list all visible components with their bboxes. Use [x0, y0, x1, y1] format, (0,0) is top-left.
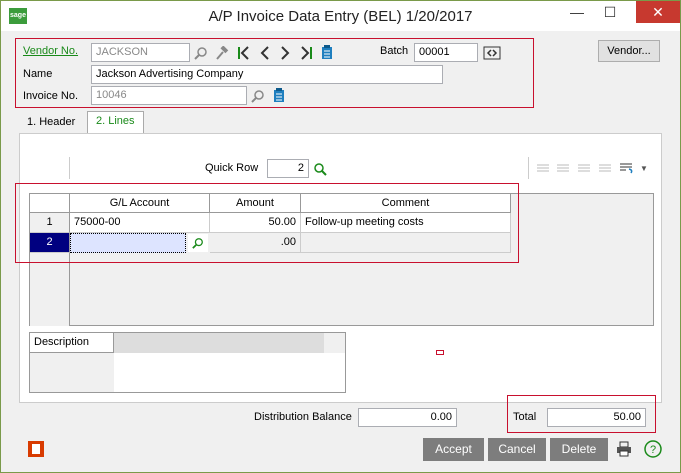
title-bar: sage A/P Invoice Data Entry (BEL) 1/20/2… — [1, 1, 680, 31]
vendor-no-link[interactable]: Vendor No. — [23, 45, 78, 57]
vendor-name-field[interactable]: Jackson Advertising Company — [91, 65, 443, 84]
lines-highlight-box — [15, 183, 519, 263]
invoice-no-field[interactable]: 10046 — [91, 86, 247, 105]
previous-record-icon[interactable] — [256, 43, 273, 62]
close-button[interactable]: ✕ — [636, 1, 680, 23]
invoice-search-icon[interactable] — [249, 86, 266, 105]
move-up-icon[interactable] — [577, 161, 593, 175]
batch-field[interactable]: 00001 — [414, 43, 478, 62]
tab-header[interactable]: 1. Header — [19, 113, 83, 133]
total-label: Total — [513, 411, 537, 423]
delete-line-icon[interactable] — [556, 161, 572, 175]
quick-row-field[interactable]: 2 — [267, 159, 309, 178]
quick-row-search-icon[interactable] — [311, 159, 328, 178]
description-header-fill — [114, 333, 324, 353]
toolbar-dropdown-icon[interactable]: ▼ — [639, 161, 649, 175]
description-text-area[interactable] — [114, 353, 345, 392]
wrap-lines-icon[interactable] — [619, 161, 635, 175]
name-label: Name — [23, 68, 53, 80]
minimize-button[interactable]: — — [562, 1, 592, 23]
hammer-icon[interactable] — [213, 43, 230, 62]
accept-button[interactable]: Accept — [423, 438, 484, 461]
marker-icon — [436, 350, 444, 355]
delete-button[interactable]: Delete — [550, 438, 608, 461]
move-down-icon[interactable] — [598, 161, 614, 175]
maximize-button[interactable]: ☐ — [595, 1, 625, 23]
distribution-balance-label: Distribution Balance — [254, 411, 352, 423]
batch-select-icon[interactable] — [482, 43, 502, 62]
svg-text:?: ? — [650, 444, 656, 456]
total-field: 50.00 — [547, 408, 646, 427]
vendor-no-field[interactable]: JACKSON — [91, 43, 190, 62]
next-record-icon[interactable] — [276, 43, 293, 62]
last-record-icon[interactable] — [297, 43, 314, 62]
print-icon[interactable] — [615, 440, 633, 458]
batch-label: Batch — [380, 45, 409, 57]
toolbar-divider — [69, 157, 70, 179]
help-icon[interactable]: ? — [643, 439, 663, 459]
insert-line-icon[interactable] — [536, 161, 552, 175]
memo-icon[interactable] — [318, 43, 335, 62]
toolbar-divider-right — [528, 157, 529, 179]
grid-empty-area — [70, 253, 653, 325]
quick-row-label: Quick Row — [205, 162, 259, 174]
distribution-balance-field: 0.00 — [358, 408, 457, 427]
tab-bar: 1. Header 2. Lines — [1, 111, 680, 134]
app-window: sage A/P Invoice Data Entry (BEL) 1/20/2… — [0, 0, 681, 473]
tab-lines[interactable]: 2. Lines — [87, 111, 144, 134]
search-icon[interactable] — [192, 43, 209, 62]
description-label: Description — [30, 333, 114, 353]
invoice-memo-icon[interactable] — [270, 86, 287, 105]
first-record-icon[interactable] — [235, 43, 252, 62]
invoice-no-label: Invoice No. — [23, 90, 79, 102]
office-icon[interactable] — [27, 440, 45, 458]
cancel-button[interactable]: Cancel — [488, 438, 546, 461]
vendor-button[interactable]: Vendor... — [598, 40, 660, 62]
description-panel: Description — [29, 332, 346, 393]
